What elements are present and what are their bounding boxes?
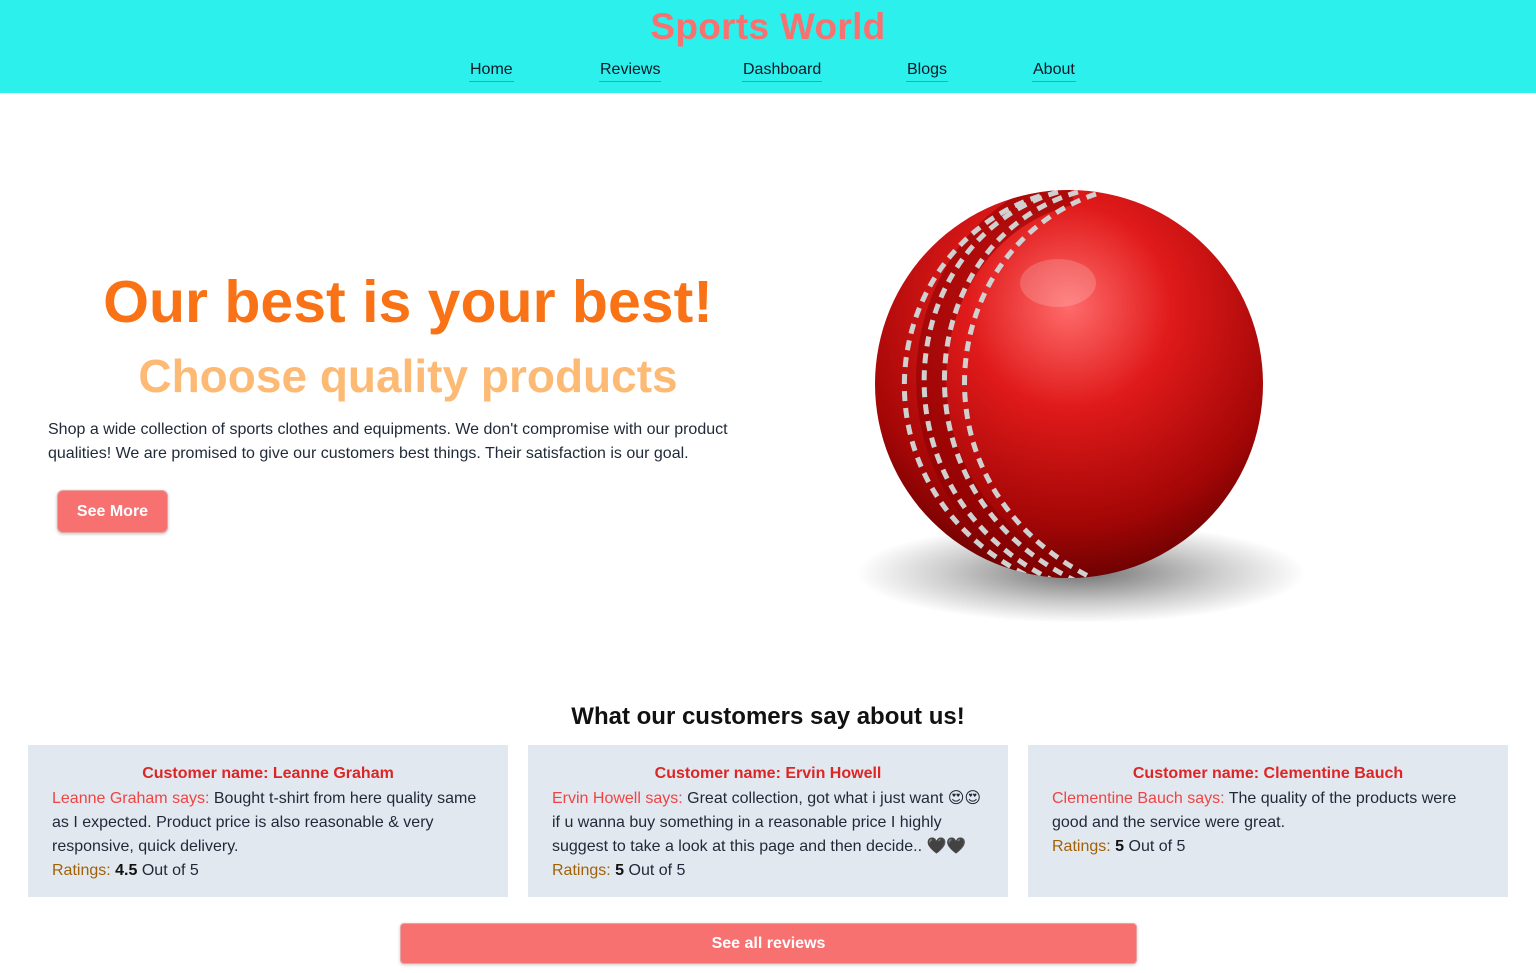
customer-name: Customer name: Leanne Graham — [142, 765, 394, 782]
review-text: Leanne Graham says: Bought t-shirt from … — [52, 787, 484, 859]
customer-says: Clementine Bauch says: — [1052, 790, 1225, 807]
rating-line: Ratings: 5 Out of 5 — [552, 859, 984, 883]
site-brand[interactable]: Sports World — [0, 6, 1536, 48]
rating-label: Ratings: — [52, 862, 111, 879]
reviews-heading: What our customers say about us! — [571, 703, 965, 730]
nav-blogs[interactable]: Blogs — [906, 61, 949, 82]
review-card: Customer name: Leanne Graham Leanne Grah… — [28, 745, 508, 897]
nav-reviews[interactable]: Reviews — [599, 61, 662, 82]
review-text: Clementine Bauch says: The quality of th… — [1052, 787, 1484, 835]
rating-suffix: Out of 5 — [1128, 838, 1186, 855]
rating-line: Ratings: 5 Out of 5 — [1052, 835, 1484, 859]
customer-name: Customer name: Clementine Bauch — [1132, 765, 1404, 782]
nav-dashboard[interactable]: Dashboard — [742, 61, 823, 82]
hero-subtitle: Choose quality products — [138, 350, 678, 402]
customer-name: Customer name: Ervin Howell — [654, 765, 882, 782]
review-text: Ervin Howell says: Great collection, got… — [552, 787, 984, 859]
nav-about[interactable]: About — [1032, 61, 1076, 82]
rating-value: 5 — [615, 862, 625, 879]
customer-says: Ervin Howell says: — [552, 790, 683, 807]
rating-value: 5 — [1115, 838, 1125, 855]
rating-suffix: Out of 5 — [628, 862, 686, 879]
rating-label: Ratings: — [552, 862, 611, 879]
customer-says: Leanne Graham says: — [52, 790, 210, 807]
cricket-ball-icon — [856, 190, 1306, 623]
site-header: Sports World Home Reviews Dashboard Blog… — [0, 0, 1536, 93]
see-all-reviews-button[interactable]: See all reviews — [400, 923, 1137, 964]
hero-title: Our best is your best! — [103, 269, 713, 335]
rating-label: Ratings: — [1052, 838, 1111, 855]
review-card: Customer name: Ervin Howell Ervin Howell… — [528, 745, 1008, 897]
see-more-button[interactable]: See More — [57, 490, 168, 533]
nav-home[interactable]: Home — [469, 61, 514, 82]
rating-value: 4.5 — [115, 862, 138, 879]
cricket-ball-image — [826, 188, 1306, 623]
rating-suffix: Out of 5 — [141, 862, 199, 879]
review-card: Customer name: Clementine Bauch Clementi… — [1028, 745, 1508, 897]
hero-description: Shop a wide collection of sports clothes… — [48, 421, 728, 462]
rating-line: Ratings: 4.5 Out of 5 — [52, 859, 484, 883]
